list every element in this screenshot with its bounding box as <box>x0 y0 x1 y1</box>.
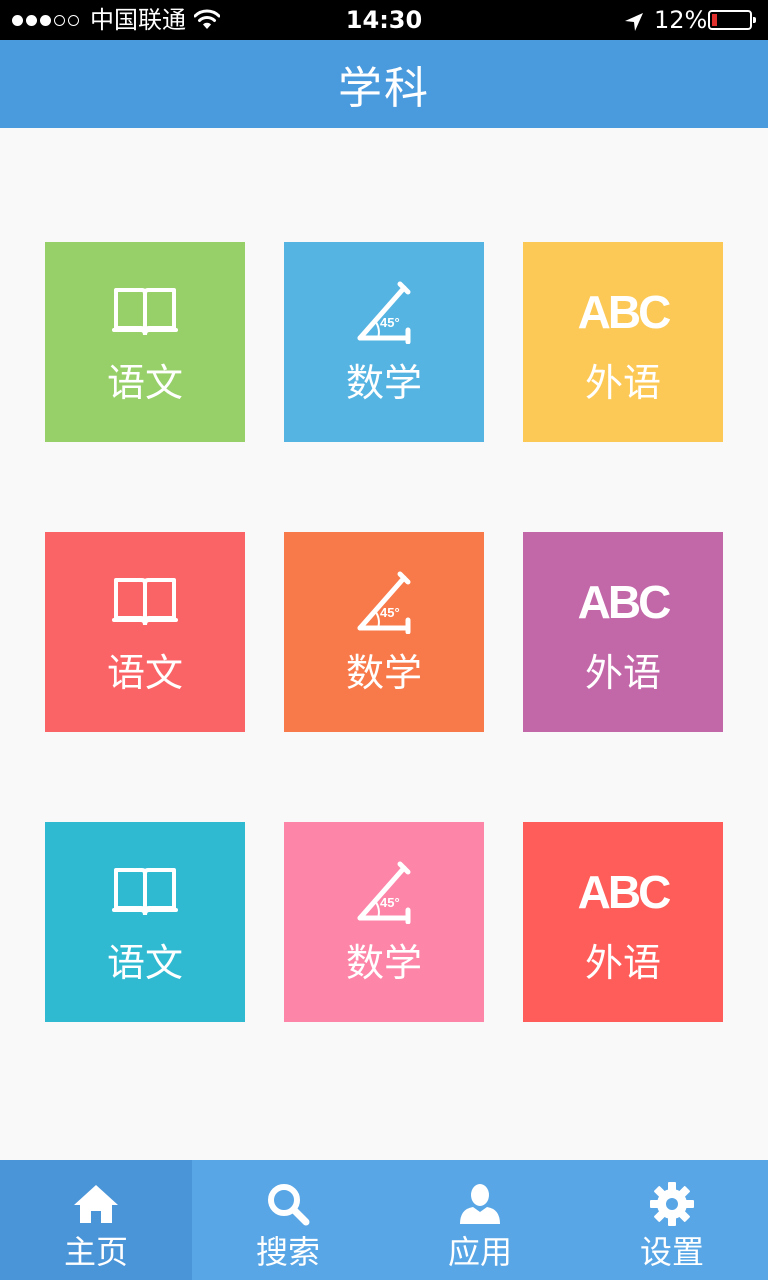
gear-icon <box>576 1180 768 1228</box>
abc-text: ABC <box>577 576 672 628</box>
subject-label: 语文 <box>106 651 183 695</box>
angle-label: 45° <box>380 315 400 330</box>
status-bar: 中国联通 14:30 12% <box>0 0 768 40</box>
angle-45-icon: 45° <box>284 281 484 344</box>
book-icon <box>45 572 245 632</box>
tab-bar: 主页 搜索 应用 设置 <box>0 1160 768 1280</box>
page-title: 学科 <box>338 63 430 114</box>
subject-tile[interactable]: ABC 外语 <box>523 532 723 732</box>
abc-icon: ABC <box>523 572 723 632</box>
tab-search[interactable]: 搜索 <box>192 1160 384 1280</box>
subject-tile[interactable]: 语文 <box>45 532 245 732</box>
carrier-name: 中国联通 <box>90 6 186 34</box>
angle-label: 45° <box>380 895 400 910</box>
subject-tile[interactable]: 语文 <box>45 822 245 1022</box>
abc-icon: ABC <box>523 282 723 342</box>
user-icon <box>384 1180 576 1228</box>
tab-label: 应用 <box>447 1233 512 1271</box>
tab-home[interactable]: 主页 <box>0 1160 192 1280</box>
book-icon <box>45 282 245 342</box>
book-icon <box>45 862 245 922</box>
battery-percentage: 12% <box>654 6 708 34</box>
tab-label: 主页 <box>63 1233 128 1271</box>
abc-text: ABC <box>577 866 672 918</box>
wifi-icon <box>193 9 221 37</box>
tab-label: 设置 <box>639 1233 704 1271</box>
search-icon <box>192 1180 384 1228</box>
subject-tile[interactable]: 45° 数学 <box>284 242 484 442</box>
subject-tile[interactable]: ABC 外语 <box>523 822 723 1022</box>
subject-tile[interactable]: 45° 数学 <box>284 822 484 1022</box>
subject-tile[interactable]: ABC 外语 <box>523 242 723 442</box>
angle-label: 45° <box>380 605 400 620</box>
subject-label: 数学 <box>345 361 422 405</box>
angle-45-icon: 45° <box>284 571 484 634</box>
subject-label: 外语 <box>584 941 661 985</box>
subject-label: 数学 <box>345 941 422 985</box>
location-arrow-icon <box>624 10 644 38</box>
subject-tile[interactable]: 语文 <box>45 242 245 442</box>
tab-apps[interactable]: 应用 <box>384 1160 576 1280</box>
nav-bar: 学科 <box>0 40 768 128</box>
subject-label: 语文 <box>106 361 183 405</box>
subject-tile[interactable]: 45° 数学 <box>284 532 484 732</box>
angle-45-icon: 45° <box>284 861 484 924</box>
subject-label: 外语 <box>584 361 661 405</box>
subject-label: 语文 <box>106 941 183 985</box>
tab-settings[interactable]: 设置 <box>576 1160 768 1280</box>
abc-text: ABC <box>577 286 672 338</box>
abc-icon: ABC <box>523 862 723 922</box>
subject-label: 数学 <box>345 651 422 695</box>
signal-strength-icon <box>12 0 79 40</box>
home-icon <box>0 1180 192 1228</box>
subject-label: 外语 <box>584 651 661 695</box>
battery-icon <box>708 10 756 30</box>
tab-label: 搜索 <box>255 1233 320 1271</box>
